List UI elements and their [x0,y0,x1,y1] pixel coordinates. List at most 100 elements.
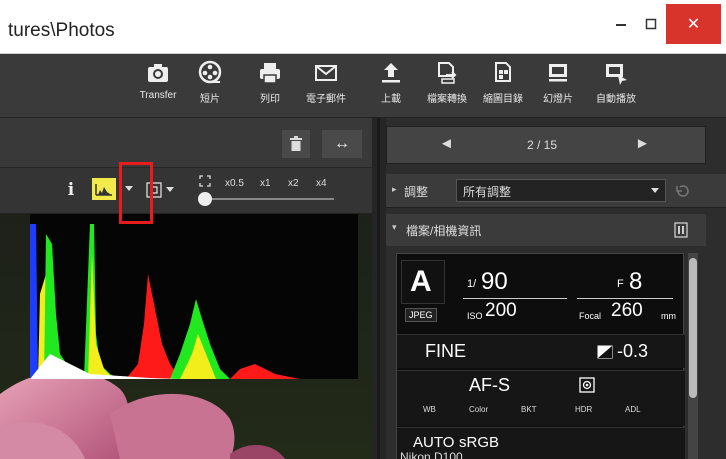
main-toolbar: Transfer 短片 列印 電子郵件 上載 檔案轉換 縮圖目錄 幻燈片 自動播… [0,54,726,118]
print-button[interactable]: 列印 [242,60,298,114]
minimize-button[interactable] [606,8,636,40]
shutter-speed: 90 [481,268,508,295]
transfer-button[interactable]: Transfer [130,60,186,114]
upload-label: 上載 [381,94,401,105]
maximize-button[interactable] [636,8,666,40]
viewer-pane: ↔ i x0.5 x1 x2 x4 [0,118,372,459]
adjustment-row: ▸ 調整 所有調整 [386,174,726,208]
adl-label: ADL [625,405,641,414]
camera-transfer-icon [148,64,168,82]
trash-icon [290,136,302,151]
adjust-label: 調整 [404,185,429,199]
autoplay-icon [606,64,627,85]
email-label: 電子郵件 [306,94,346,105]
shooting-mode: A [410,265,432,298]
contact-sheet-icon [495,62,511,82]
histogram-button[interactable] [92,178,116,200]
movie-label: 短片 [200,94,220,105]
hdr-label: HDR [575,405,593,414]
slideshow-icon [549,64,567,82]
quality-row: FINE -0.3 [397,334,685,368]
focus-point-dropdown[interactable] [165,182,175,198]
print-label: 列印 [260,94,280,105]
file-convert-label: 檔案轉換 [427,94,467,105]
white-balance: AUTO [413,434,455,451]
chevron-down-icon [651,188,659,193]
previous-button[interactable]: ◄ [439,135,454,152]
camera-model: Nikon D100 [400,450,463,459]
zoom-2[interactable]: x2 [288,178,299,189]
histogram-icon [95,184,112,196]
upload-icon [382,63,400,83]
aperture-value: 8 [629,268,643,295]
image-quality: FINE [425,341,467,361]
color-label: Color [469,405,489,414]
maximize-icon [645,18,657,30]
iso-label: ISO [467,311,483,321]
transfer-label: Transfer [139,90,177,101]
zoom-1[interactable]: x1 [260,178,271,189]
title-bar: tures\Photos ✕ [0,0,726,54]
swap-icon: ↔ [334,135,350,152]
zoom-slider-track[interactable] [204,198,334,200]
fit-screen-icon[interactable] [198,174,212,188]
slideshow-label: 幻燈片 [543,94,573,105]
viewer-tool-bar: i [0,168,372,214]
printer-icon [260,63,280,84]
file-info-header[interactable]: ▾ 檔案/相機資訊 [386,214,706,246]
focal-label: Focal [579,311,602,321]
page-counter: 2 / 15 [527,138,558,152]
collapse-arrow-icon[interactable]: ▾ [392,222,397,233]
adjust-dropdown[interactable]: 所有調整 [456,179,666,202]
shooting-mode-box: A [401,260,445,304]
adjust-selected: 所有調整 [463,185,512,199]
movie-button[interactable]: 短片 [182,60,238,114]
exposure-comp-icon [597,345,613,359]
next-button[interactable]: ► [635,135,650,152]
focal-value: 260 [611,300,643,321]
info-scroll-thumb[interactable] [689,258,697,398]
info-button[interactable]: i [60,176,82,204]
viewer-top-bar: ↔ [0,118,372,168]
histogram-chart [30,214,358,379]
envelope-icon [315,65,337,81]
file-convert-icon [438,62,457,84]
info-icon: i [67,180,75,200]
close-button[interactable]: ✕ [666,4,721,44]
metering-icon [579,377,595,393]
file-info-title: 檔案/相機資訊 [406,224,482,238]
email-button[interactable]: 電子郵件 [298,60,354,114]
close-icon: ✕ [686,16,701,33]
image-navigation: ◄ 2 / 15 ► [386,126,706,164]
zoom-4[interactable]: x4 [316,178,327,189]
exposure-compensation: -0.3 [617,341,649,361]
contact-sheet-button[interactable]: 縮圖目錄 [475,60,531,114]
autoplay-label: 自動播放 [596,94,636,105]
focus-mode: AF-S [469,375,511,395]
pane-divider[interactable] [372,118,386,459]
delete-button[interactable] [282,130,310,158]
file-format: JPEG [405,308,437,322]
slideshow-button[interactable]: 幻燈片 [530,60,586,114]
expand-arrow-icon[interactable]: ▸ [392,184,397,195]
file-convert-button[interactable]: 檔案轉換 [419,60,475,114]
bkt-label: BKT [521,405,537,414]
zoom-0.5[interactable]: x0.5 [225,178,244,189]
focus-row: AF-S WB Color BKT HDR ADL [397,370,685,426]
zoom-slider-handle[interactable] [198,192,212,206]
autoplay-button[interactable]: 自動播放 [588,60,644,114]
shutter-prefix: 1/ [467,278,477,290]
aperture-prefix: F [617,278,624,290]
camera-model-clip: Nikon D100 [400,450,520,459]
swap-button[interactable]: ↔ [322,130,362,158]
reset-icon[interactable] [674,183,690,199]
chevron-down-icon [166,187,174,192]
camera-info-panel: A 1/ 90 F 8 JPEG ISO 200 Focal 260 mm FI… [396,253,685,459]
info-pane: ◄ 2 / 15 ► ▸ 調整 所有調整 ▾ 檔案/相機資訊 A 1/ 90 F… [386,118,726,459]
info-panel-icon[interactable] [674,222,688,238]
photo-preview [0,214,372,459]
contact-sheet-label: 縮圖目錄 [483,94,523,105]
upload-button[interactable]: 上載 [363,60,419,114]
minimize-icon [616,24,626,26]
focal-unit: mm [661,311,676,321]
